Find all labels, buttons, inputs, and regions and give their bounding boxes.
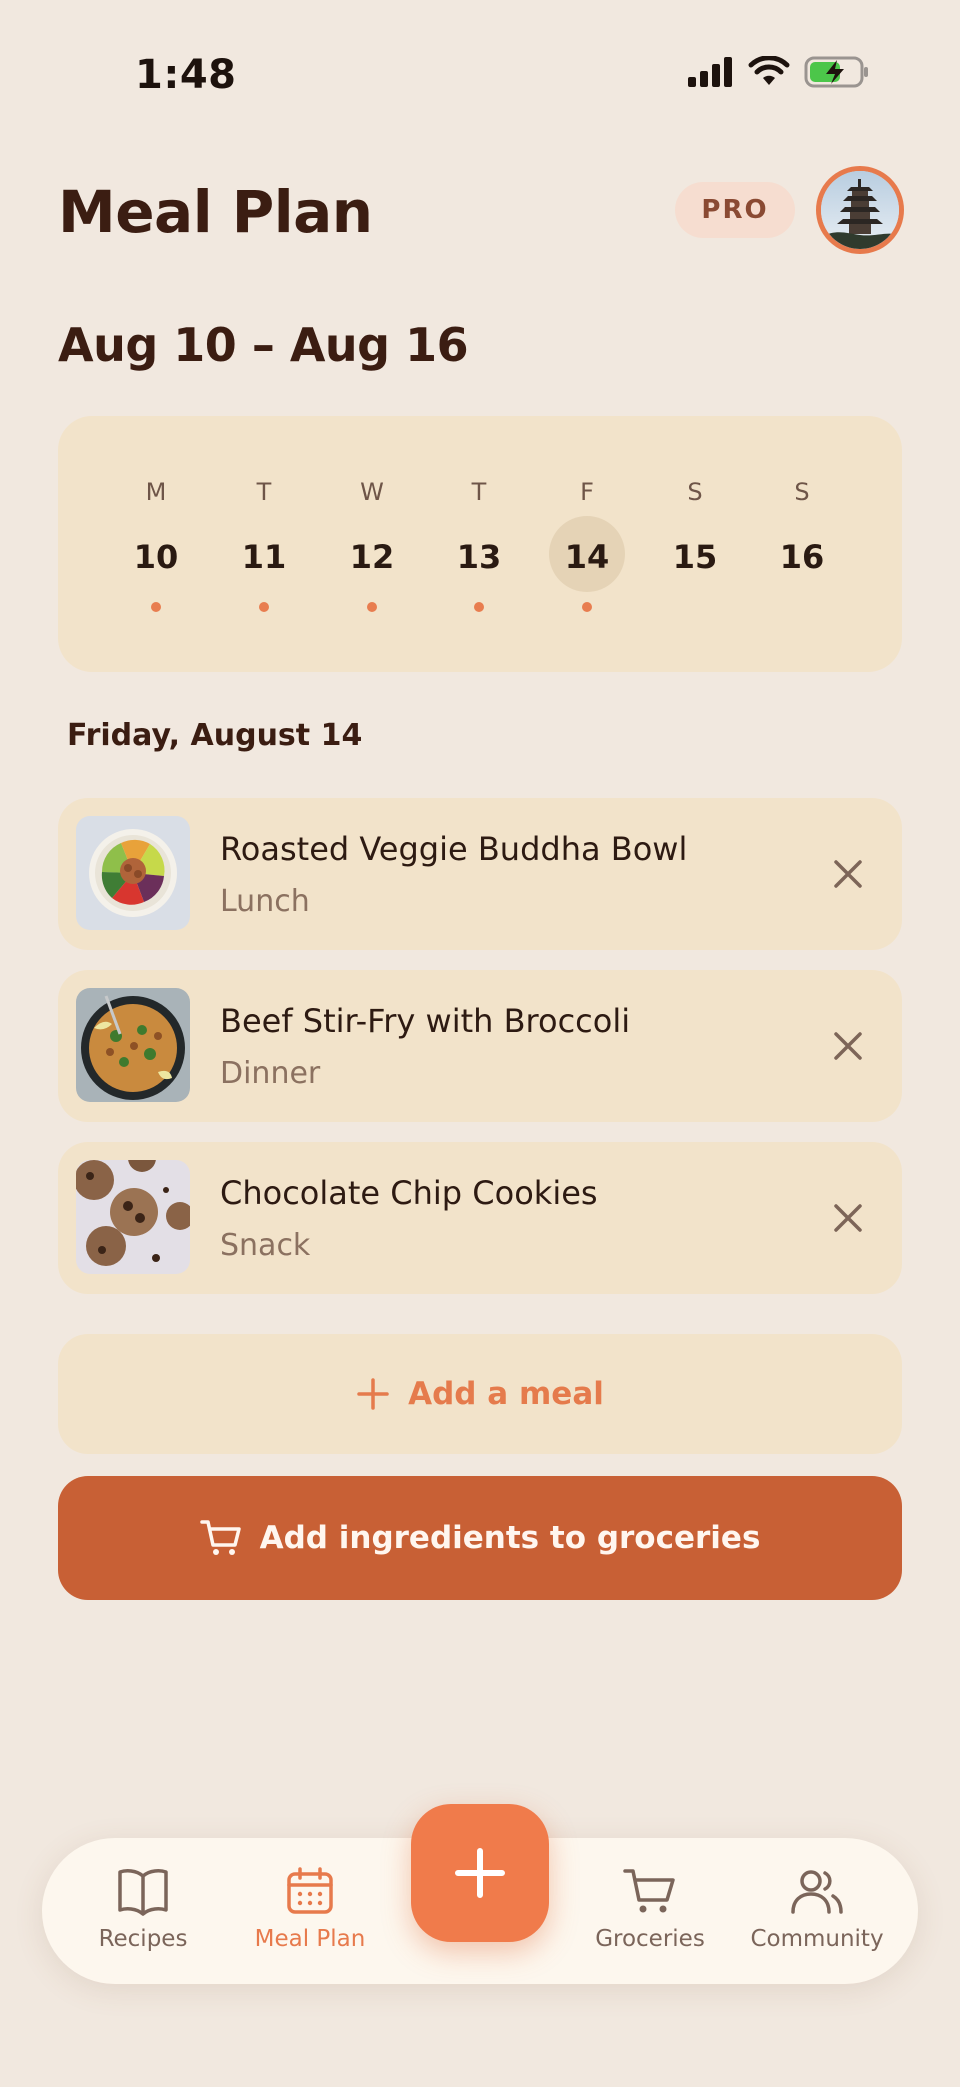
- day-number: 14: [564, 538, 610, 576]
- selected-day-heading: Friday, August 14: [67, 718, 363, 753]
- status-icons: [686, 56, 870, 88]
- day-letter: F: [580, 478, 594, 506]
- battery-charging-icon: [804, 56, 868, 88]
- day-letter: W: [360, 478, 384, 506]
- cart-icon: [199, 1520, 241, 1555]
- buddha-bowl-photo-icon: [76, 816, 190, 930]
- status-time: 1:48: [135, 52, 237, 98]
- wifi-icon: [748, 56, 790, 85]
- day-letter: M: [145, 478, 167, 506]
- nav-label: Groceries: [595, 1926, 705, 1952]
- meal-type: Dinner: [220, 1056, 321, 1091]
- people-icon: [791, 1870, 843, 1914]
- meal-indicator-dot: [474, 602, 484, 612]
- signal-icon: [688, 57, 732, 87]
- avatar[interactable]: [816, 166, 904, 254]
- cookies-photo-icon: [76, 1160, 190, 1274]
- add-ingredients-label: Add ingredients to groceries: [259, 1520, 761, 1556]
- close-icon[interactable]: [828, 854, 868, 894]
- day-number: 15: [672, 538, 718, 576]
- calendar-icon: [287, 1867, 333, 1914]
- meal-name: Beef Stir-Fry with Broccoli: [220, 1002, 631, 1040]
- meal-indicator-dot: [367, 602, 377, 612]
- pro-badge[interactable]: PRO: [675, 182, 795, 238]
- nav-item-meal-plan[interactable]: Meal Plan: [235, 1866, 385, 1952]
- nav-item-recipes[interactable]: Recipes: [68, 1866, 218, 1952]
- add-fab-button[interactable]: [411, 1804, 549, 1942]
- nav-label: Community: [750, 1926, 884, 1952]
- day-number: 13: [456, 538, 502, 576]
- close-icon[interactable]: [828, 1026, 868, 1066]
- week-calendar: M 10 T 11 W 12 T 13 F 14 S 15 S 16: [58, 416, 902, 672]
- add-meal-button[interactable]: Add a meal: [58, 1334, 902, 1454]
- meal-indicator-dot: [151, 602, 161, 612]
- day-number: 10: [133, 538, 179, 576]
- week-range: Aug 10 – Aug 16: [58, 318, 469, 372]
- plus-icon: [455, 1848, 505, 1898]
- day-number: 11: [241, 538, 287, 576]
- book-icon: [118, 1869, 168, 1916]
- meal-type: Lunch: [220, 884, 310, 919]
- day-letter: T: [471, 478, 487, 506]
- meal-indicator-dot: [259, 602, 269, 612]
- day-letter: T: [256, 478, 272, 506]
- nav-item-community[interactable]: Community: [742, 1866, 892, 1952]
- meal-name: Chocolate Chip Cookies: [220, 1174, 598, 1212]
- meal-type: Snack: [220, 1228, 311, 1263]
- nav-item-groceries[interactable]: Groceries: [575, 1866, 725, 1952]
- add-meal-label: Add a meal: [408, 1376, 604, 1412]
- day-letter: S: [687, 478, 703, 506]
- meal-card[interactable]: Roasted Veggie Buddha Bowl Lunch: [58, 798, 902, 950]
- meal-card[interactable]: Beef Stir-Fry with Broccoli Dinner: [58, 970, 902, 1122]
- pagoda-photo-icon: [821, 171, 899, 249]
- stir-fry-photo-icon: [76, 988, 190, 1102]
- nav-label: Meal Plan: [254, 1926, 366, 1952]
- day-number: 16: [779, 538, 825, 576]
- add-ingredients-to-groceries-button[interactable]: Add ingredients to groceries: [58, 1476, 902, 1600]
- page-title: Meal Plan: [58, 178, 373, 246]
- meal-indicator-dot: [582, 602, 592, 612]
- meal-name: Roasted Veggie Buddha Bowl: [220, 830, 688, 868]
- close-icon[interactable]: [828, 1198, 868, 1238]
- cart-icon: [623, 1869, 675, 1913]
- day-letter: S: [794, 478, 810, 506]
- day-number: 12: [349, 538, 395, 576]
- nav-label: Recipes: [98, 1926, 188, 1952]
- plus-icon: [357, 1378, 389, 1410]
- meal-card[interactable]: Chocolate Chip Cookies Snack: [58, 1142, 902, 1294]
